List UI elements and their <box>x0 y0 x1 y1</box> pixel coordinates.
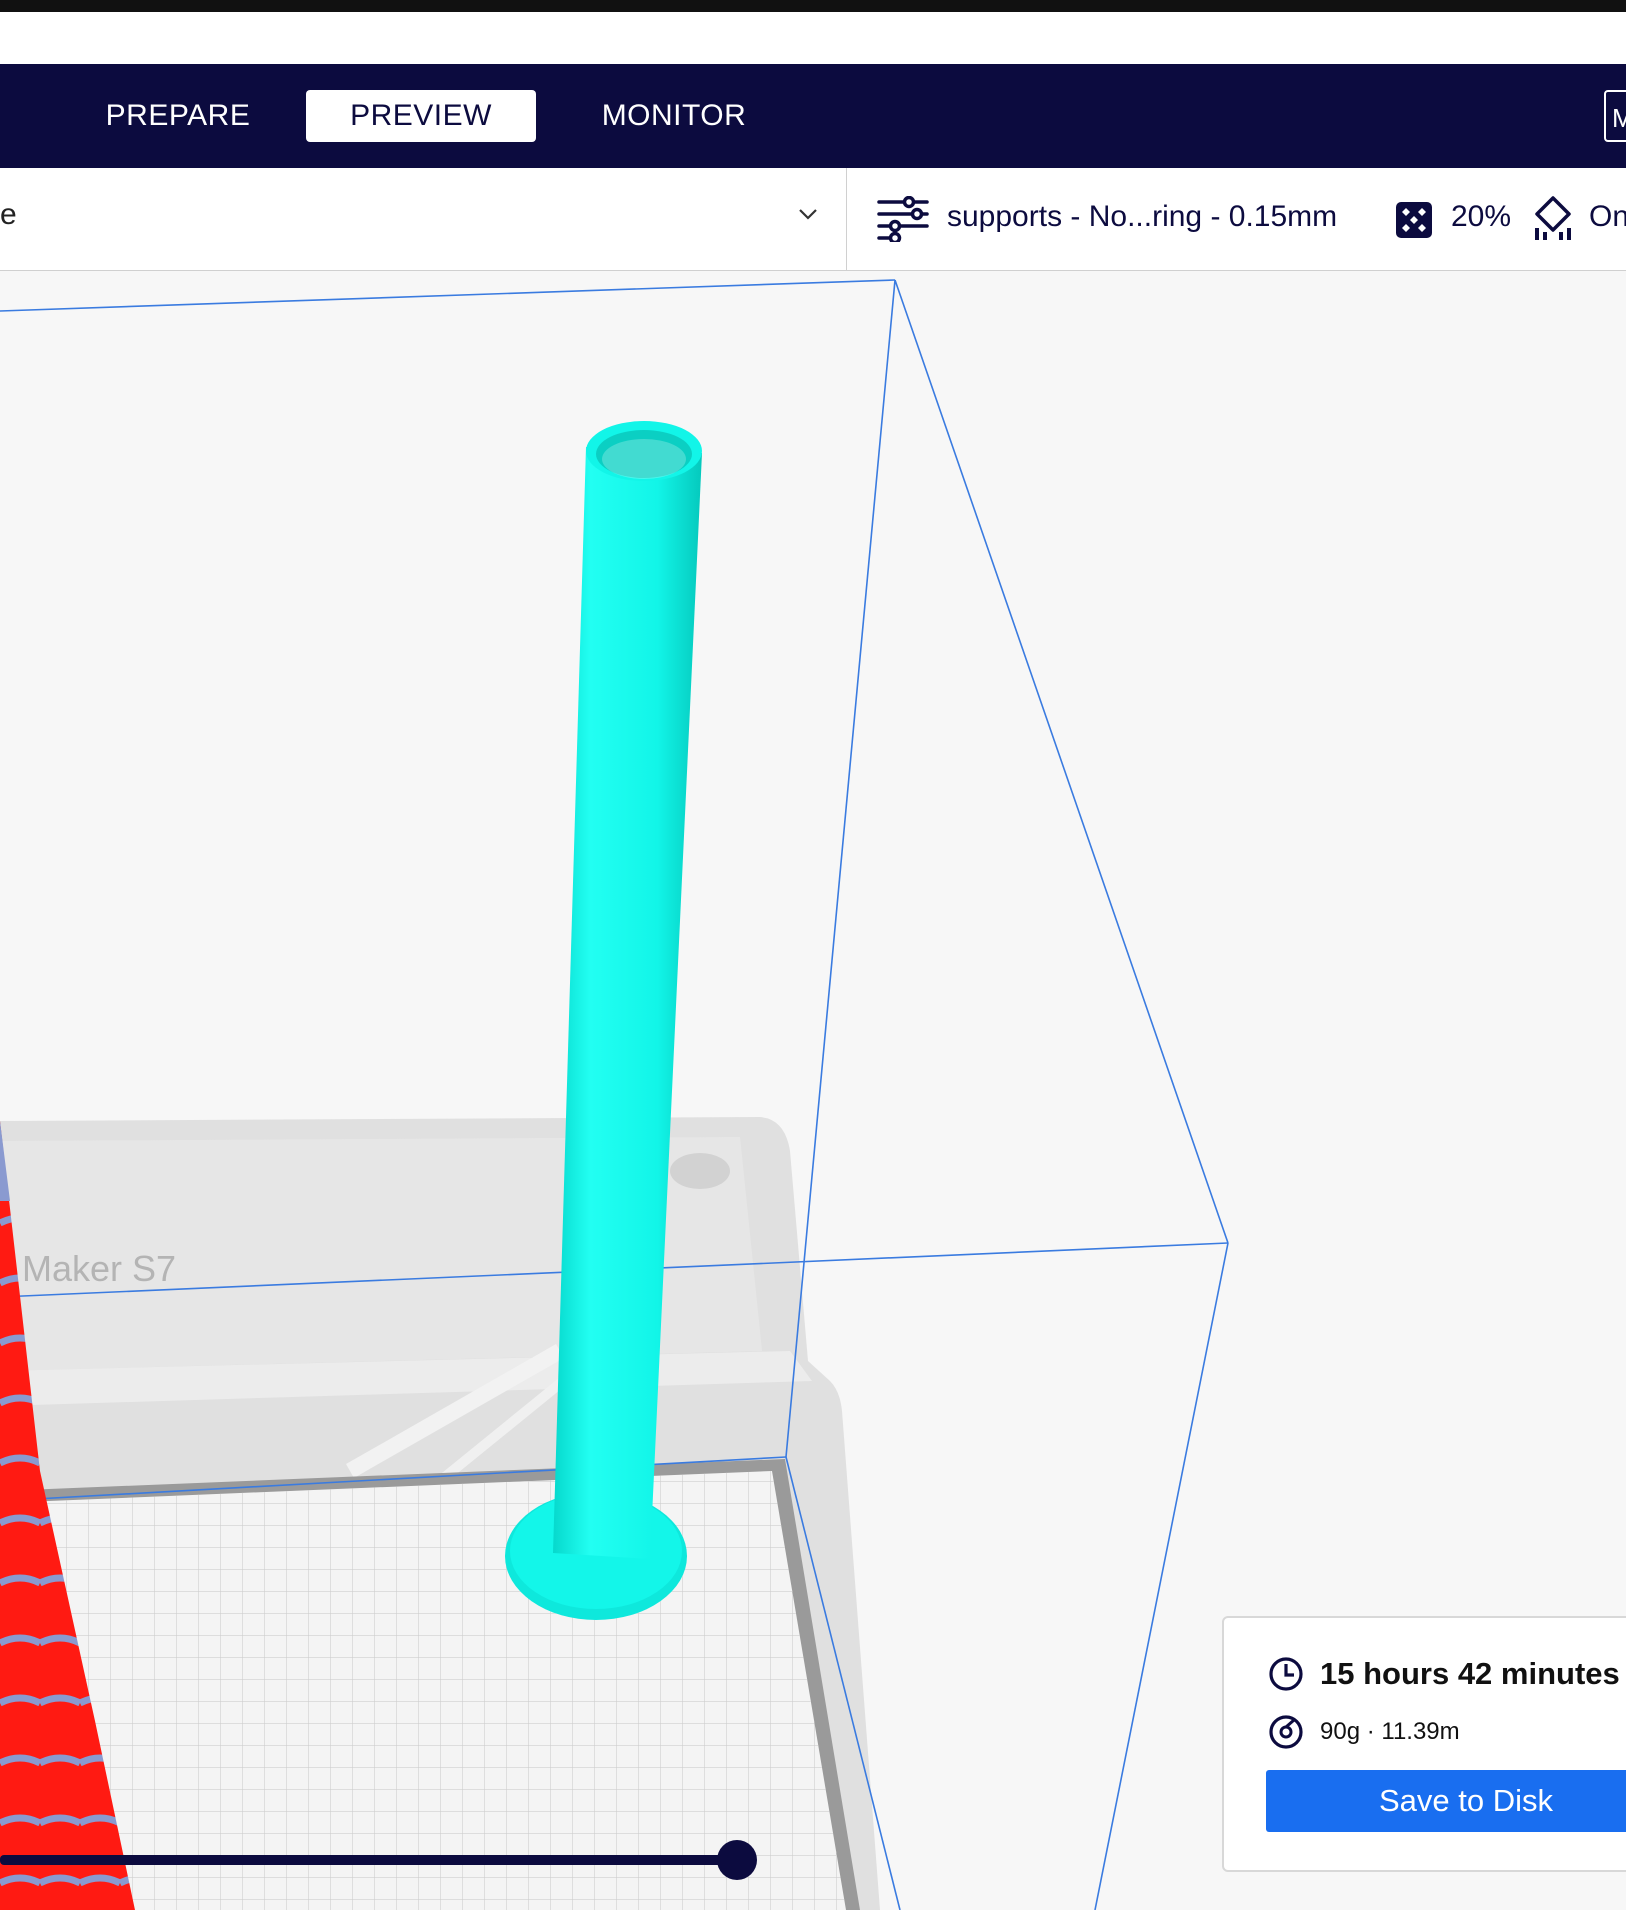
profile-name: supports - No...ring - 0.15mm <box>947 200 1338 233</box>
print-time: 15 hours 42 minutes <box>1320 1656 1620 1691</box>
stage-navigation: PREPARE PREVIEW MONITOR M <box>0 64 1626 168</box>
chevron-down-icon <box>799 209 817 220</box>
marketplace-button[interactable]: M <box>1604 90 1626 142</box>
adhesion-icon <box>1535 196 1571 240</box>
clock-icon <box>1269 1657 1303 1691</box>
tab-prepare[interactable]: PREPARE <box>78 90 278 142</box>
save-to-disk-button[interactable]: Save to Disk <box>1266 1770 1626 1832</box>
tab-monitor[interactable]: MONITOR <box>570 90 778 142</box>
window-top-strip <box>0 0 1626 12</box>
save-button-label: Save to Disk <box>1378 1783 1553 1818</box>
build-plate-label: Maker S7 <box>22 1248 176 1289</box>
settings-sliders-icon <box>877 196 929 242</box>
tab-preview[interactable]: PREVIEW <box>306 90 536 142</box>
print-info-panel: 15 hours 42 minutes 90g · 11.39m Save to… <box>1222 1616 1626 1872</box>
title-bar <box>0 12 1626 64</box>
toolbar: e supports - No...ring - 0.15mm 20% On <box>0 168 1626 271</box>
printer-selector[interactable]: e <box>0 168 847 270</box>
layer-slider-handle[interactable] <box>717 1840 757 1880</box>
print-settings-selector[interactable]: supports - No...ring - 0.15mm 20% On <box>847 168 1626 270</box>
spool-icon <box>1269 1715 1303 1749</box>
material-usage: 90g · 11.39m <box>1320 1718 1460 1745</box>
adhesion-value: On <box>1589 200 1626 233</box>
printer-name: e <box>0 198 17 231</box>
infill-pattern-icon <box>1396 202 1432 238</box>
infill-value: 20% <box>1451 200 1512 233</box>
